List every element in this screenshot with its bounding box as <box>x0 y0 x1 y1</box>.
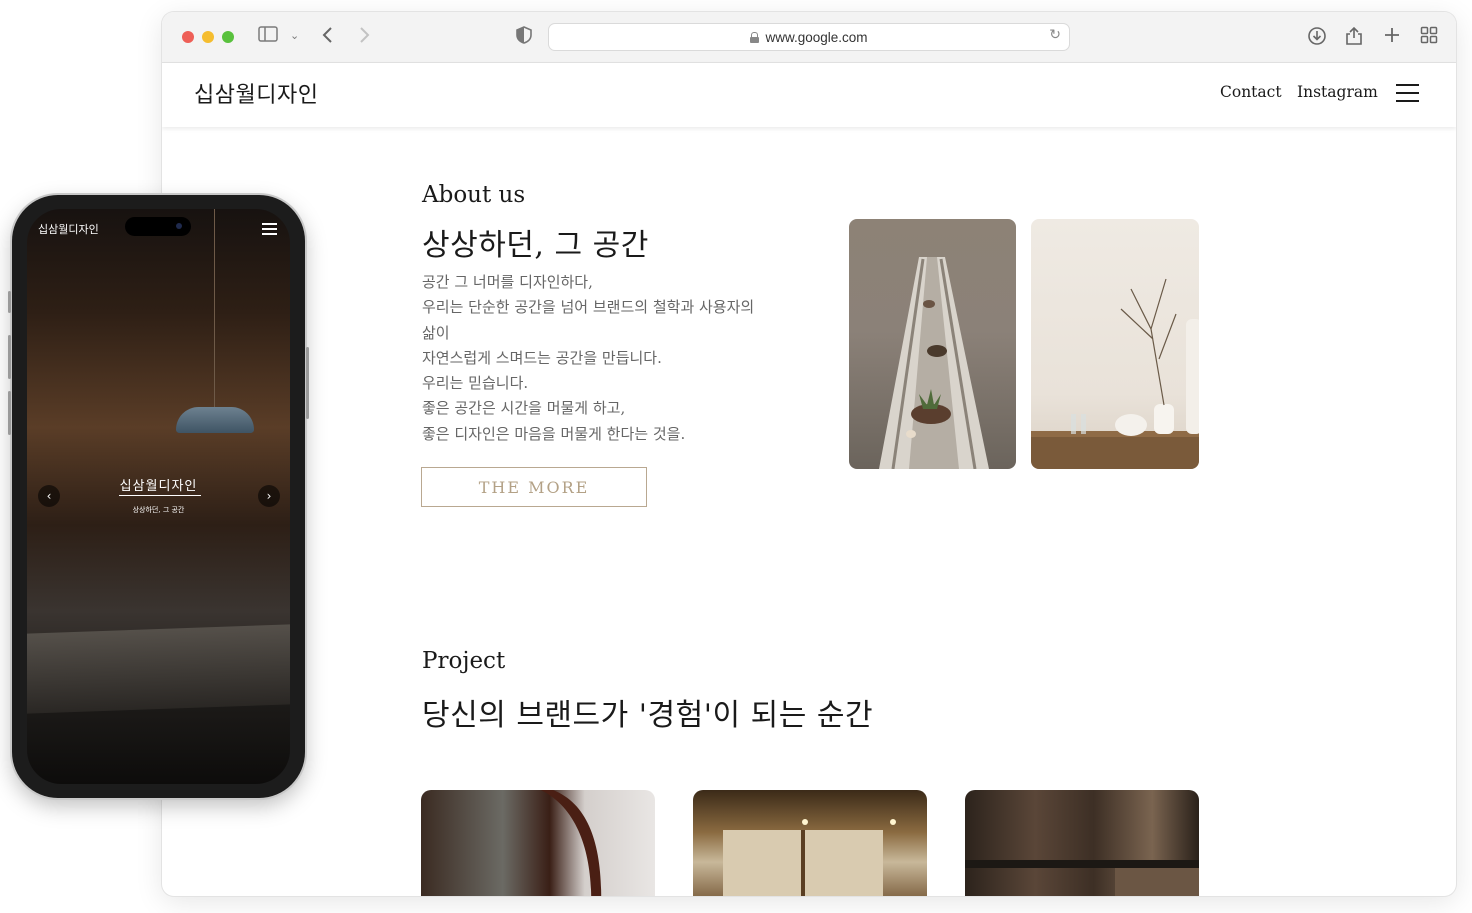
minimize-window-button[interactable] <box>202 31 214 43</box>
share-icon[interactable] <box>1345 26 1363 51</box>
about-line: 좋은 디자인은 마음을 머물게 한다는 것을. <box>422 424 686 443</box>
table-decoration <box>27 624 290 714</box>
vase-shelf-photo <box>1031 219 1199 469</box>
phone-screen: 십삼월디자인 ‹ › 십삼월디자인 상상하던, 그 공간 <box>27 209 290 784</box>
phone-side-button <box>306 347 309 419</box>
project-title: 당신의 브랜드가 '경험'이 되는 순간 <box>422 698 874 733</box>
lamp-decoration <box>176 407 254 433</box>
phone-side-button <box>8 391 11 435</box>
lamp-decoration <box>214 209 215 409</box>
zen-garden-photo <box>849 219 1016 469</box>
about-line: 우리는 믿습니다. <box>422 374 529 393</box>
browser-toolbar: ⌄ www.google.com ↻ <box>162 12 1456 63</box>
zoom-window-button[interactable] <box>222 31 234 43</box>
url-text: www.google.com <box>765 29 868 45</box>
site-logo[interactable]: 십삼월디자인 <box>194 77 318 109</box>
phone-side-button <box>8 291 11 313</box>
site-header: 십삼월디자인 Contact Instagram <box>162 63 1456 127</box>
nav-instagram[interactable]: Instagram <box>1297 83 1378 101</box>
chevron-left-icon[interactable] <box>322 26 334 49</box>
phone-mockup: 십삼월디자인 ‹ › 십삼월디자인 상상하던, 그 공간 <box>8 195 309 798</box>
download-icon[interactable] <box>1307 26 1327 51</box>
phone-menu-icon[interactable] <box>262 223 277 235</box>
tab-overview-icon[interactable] <box>1420 26 1438 49</box>
browser-window: ⌄ www.google.com ↻ 십삼월디자인 Contact Instag… <box>162 12 1456 896</box>
dynamic-island <box>125 217 191 236</box>
about-line: 좋은 공간은 시간을 머물게 하고, <box>422 399 626 418</box>
phone-side-button <box>8 335 11 379</box>
chevron-right-icon[interactable] <box>358 26 370 49</box>
shield-icon[interactable] <box>516 26 532 49</box>
about-line: 우리는 단순한 공간을 넘어 브랜드의 철학과 사용자의 삶이 <box>422 298 755 342</box>
about-title: 상상하던, 그 공간 <box>422 228 649 263</box>
phone-site-logo[interactable]: 십삼월디자인 <box>38 221 99 237</box>
lock-icon <box>750 31 760 43</box>
plus-icon[interactable] <box>1383 26 1401 49</box>
about-line: 공간 그 너머를 디자인하다, <box>422 273 593 291</box>
project-card[interactable] <box>965 790 1199 896</box>
about-eyebrow: About us <box>422 182 526 208</box>
phone-hero-title: 십삼월디자인 <box>119 479 198 494</box>
the-more-button[interactable]: THE MORE <box>421 467 647 507</box>
reload-icon[interactable]: ↻ <box>1049 27 1061 43</box>
project-card[interactable] <box>421 790 655 896</box>
project-eyebrow: Project <box>422 648 506 674</box>
about-body: 공간 그 너머를 디자인하다, 우리는 단순한 공간을 넘어 브랜드의 철학과 … <box>422 270 772 447</box>
chevron-down-icon[interactable]: ⌄ <box>290 26 299 46</box>
phone-hero-subtitle: 상상하던, 그 공간 <box>132 506 185 514</box>
address-bar[interactable]: www.google.com ↻ <box>548 23 1070 51</box>
close-window-button[interactable] <box>182 31 194 43</box>
sidebar-icon[interactable] <box>258 26 278 47</box>
nav-contact[interactable]: Contact <box>1220 83 1282 101</box>
menu-icon[interactable] <box>1396 84 1419 102</box>
about-line: 자연스럽게 스며드는 공간을 만듭니다. <box>422 348 662 367</box>
project-card[interactable] <box>693 790 927 896</box>
phone-hero-divider <box>119 495 201 496</box>
